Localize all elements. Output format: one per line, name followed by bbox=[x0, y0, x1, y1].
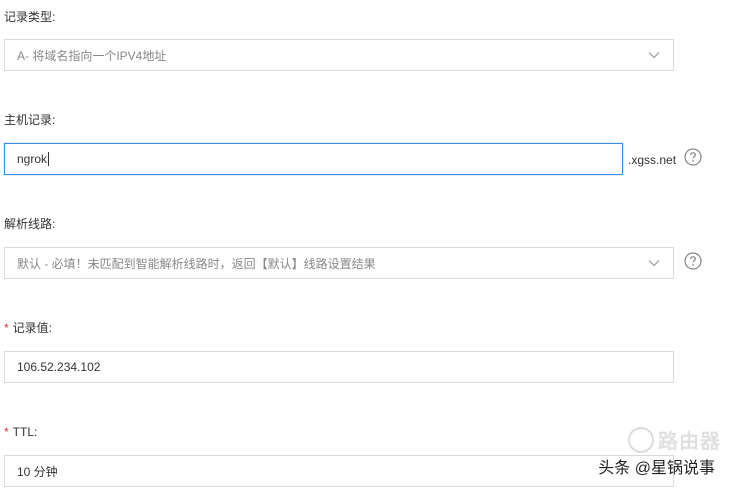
watermark-caption: 头条 @星锅说事 bbox=[598, 460, 715, 477]
resolve-line-selected: 默认 - 必填！未匹配到智能解析线路时，返回【默认】线路设置结果 bbox=[17, 256, 376, 271]
domain-suffix: .xgss.net bbox=[628, 153, 677, 167]
record-value-label: * 记录值: bbox=[4, 321, 53, 335]
watermark-logo: 路由器 bbox=[628, 425, 721, 454]
record-value-input[interactable]: 106.52.234.102 bbox=[4, 351, 674, 383]
question-circle-icon[interactable] bbox=[684, 252, 702, 270]
ttl-label: * TTL: bbox=[4, 425, 38, 439]
chevron-down-icon bbox=[647, 48, 661, 62]
required-mark: * bbox=[4, 321, 9, 335]
host-record-label: 主机记录: bbox=[4, 113, 56, 127]
question-circle-icon[interactable] bbox=[684, 148, 702, 166]
ttl-select[interactable]: 10 分钟 bbox=[4, 455, 674, 487]
resolve-line-select[interactable]: 默认 - 必填！未匹配到智能解析线路时，返回【默认】线路设置结果 bbox=[4, 247, 674, 279]
router-logo-icon bbox=[628, 426, 654, 453]
chevron-down-icon bbox=[647, 256, 661, 270]
text-caret bbox=[48, 152, 50, 166]
resolve-line-label: 解析线路: bbox=[4, 217, 56, 231]
host-record-value: ngrok bbox=[17, 152, 48, 166]
record-type-select[interactable]: A- 将域名指向一个IPV4地址 bbox=[4, 39, 674, 71]
record-type-label: 记录类型: bbox=[4, 10, 56, 24]
host-record-input[interactable]: ngrok bbox=[4, 143, 623, 175]
dns-record-form: 记录类型: A- 将域名指向一个IPV4地址 主机记录: ngrok .xgss… bbox=[0, 0, 729, 494]
record-value-text: 106.52.234.102 bbox=[17, 360, 101, 374]
ttl-selected: 10 分钟 bbox=[17, 464, 58, 479]
required-mark: * bbox=[4, 425, 9, 439]
record-type-selected: A- 将域名指向一个IPV4地址 bbox=[17, 48, 167, 63]
watermark-logo-text: 路由器 bbox=[658, 431, 721, 453]
